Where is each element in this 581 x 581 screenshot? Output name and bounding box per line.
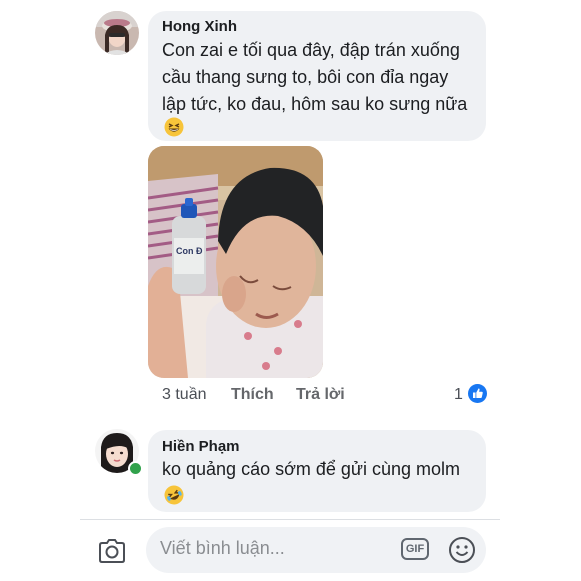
comment-line: ko quảng cáo sớm để gửi cùng molm xyxy=(162,459,461,479)
reply-link[interactable]: Trả lời xyxy=(296,386,345,404)
grinning-squint-emoji xyxy=(164,117,184,137)
reaction-count[interactable]: 1 xyxy=(454,386,463,404)
camera-icon[interactable] xyxy=(97,537,127,565)
gif-button[interactable]: GIF xyxy=(401,538,429,560)
online-status-indicator xyxy=(128,461,143,476)
comment-author[interactable]: Hong Xinh xyxy=(162,18,237,35)
comment-line: lập tức, ko đau, hôm sau ko sưng nữa xyxy=(162,94,468,114)
comment-line: cầu thang sưng to, bôi con đỉa ngay xyxy=(162,67,449,87)
comment-photo[interactable]: Con Đ xyxy=(148,146,323,378)
composer-divider xyxy=(80,519,500,520)
avatar-hong-xinh[interactable] xyxy=(95,11,139,55)
like-link[interactable]: Thích xyxy=(231,386,274,404)
comment-composer[interactable]: Viết bình luận... GIF xyxy=(146,527,486,573)
comment-thread: Hong Xinh Con zai e tối qua đây, đập trá… xyxy=(0,0,581,581)
smiley-icon[interactable] xyxy=(448,536,476,564)
comment-author[interactable]: Hiền Phạm xyxy=(162,438,240,455)
comment-input[interactable]: Viết bình luận... xyxy=(160,538,285,559)
comment-line: Con zai e tối qua đây, đập trán xuống xyxy=(162,40,460,60)
bottle-label: Con Đ xyxy=(176,246,203,256)
rolling-laughing-emoji xyxy=(164,485,184,505)
comment-timestamp[interactable]: 3 tuần xyxy=(162,386,206,404)
like-icon[interactable] xyxy=(468,384,487,403)
